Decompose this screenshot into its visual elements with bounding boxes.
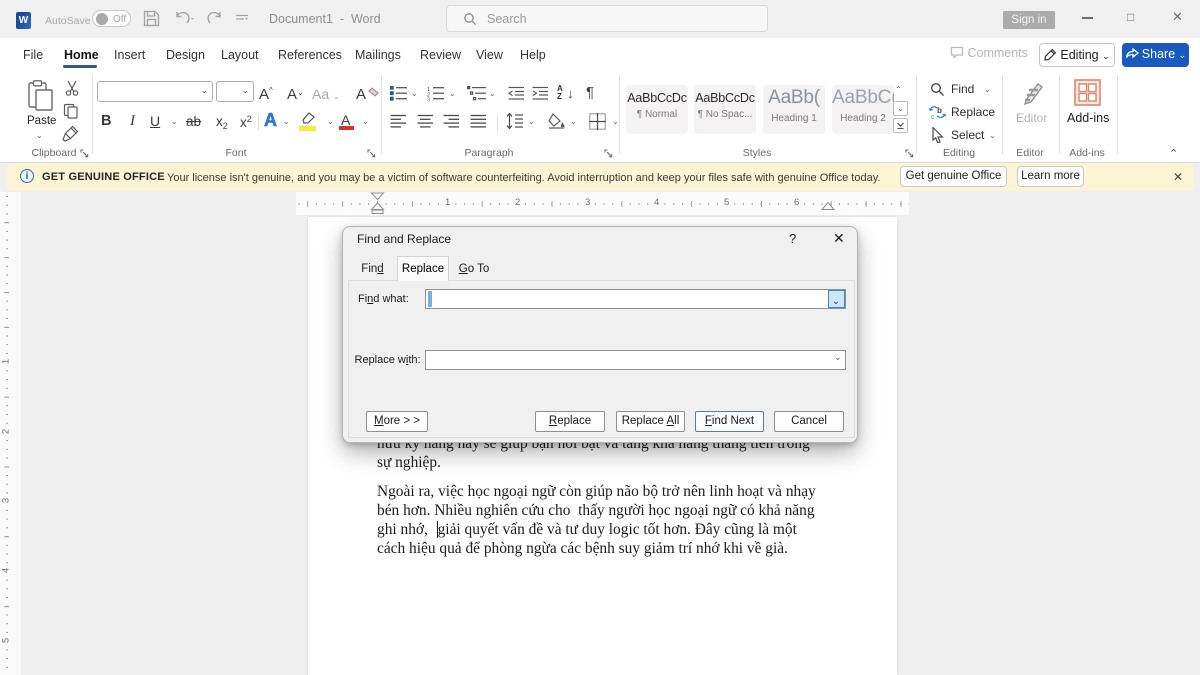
svg-text:b: b	[937, 106, 942, 115]
svg-text:3: 3	[427, 98, 430, 102]
svg-text:c: c	[931, 114, 935, 120]
